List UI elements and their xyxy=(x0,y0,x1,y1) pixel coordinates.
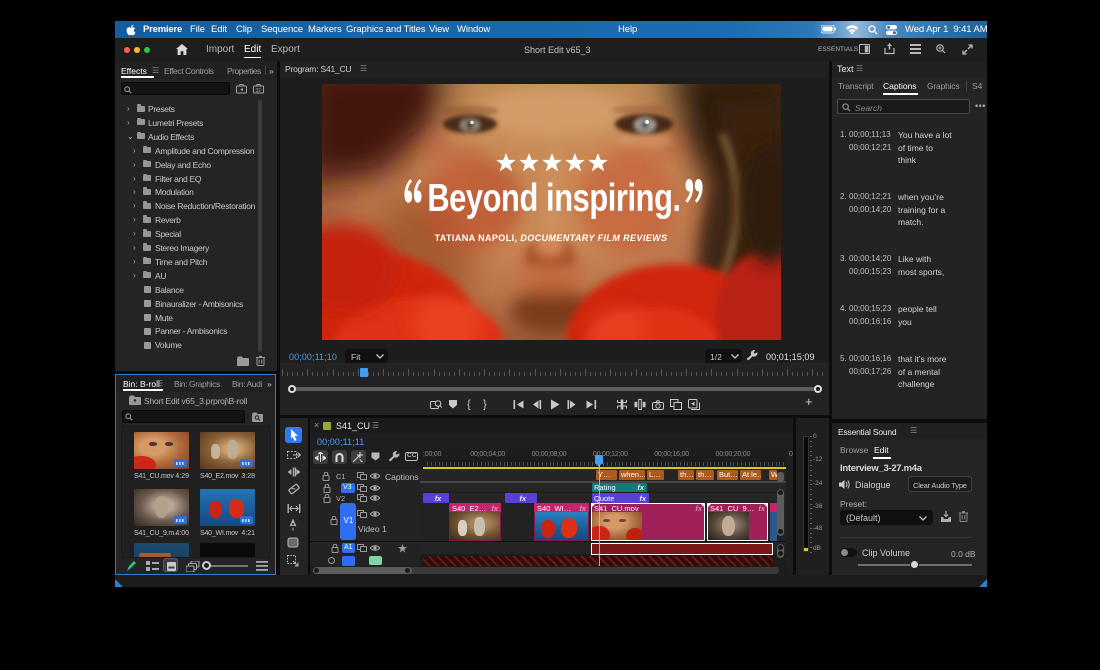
svg-text:{: { xyxy=(467,399,471,411)
svg-text:}: } xyxy=(483,399,487,411)
svg-text:32: 32 xyxy=(256,88,262,94)
svg-text:TATIANA NAPOLI, DOCUMENTARY FI: TATIANA NAPOLI, DOCUMENTARY FILM REVIEWS xyxy=(435,233,668,243)
svg-text:Beyond inspiring.: Beyond inspiring. xyxy=(427,177,680,220)
